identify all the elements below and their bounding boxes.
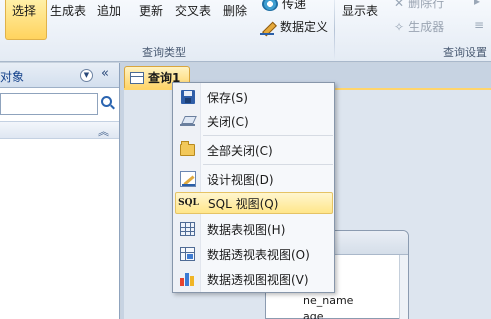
group-separator [334,0,335,60]
crosstab-button[interactable]: 交叉表 [175,0,211,40]
save-icon [179,89,196,105]
update-label: 更新 [139,4,164,18]
menu-separator [203,135,333,136]
navigation-pane: 对象 ▼ « ︽ [0,63,120,319]
group-label-query-type: 查询类型 [142,46,186,59]
menu-item-label: 数据透视图视图(V) [207,272,309,287]
ribbon-overflow-icon: ▸ [474,0,481,8]
delete-rows-button[interactable]: ✕ 删除行 [394,0,444,11]
select-query-button[interactable]: 选择 [5,0,47,40]
builder-icon: ✧ [394,19,405,34]
delete-rows-label: 删除行 [408,0,445,10]
nav-group-header[interactable]: ︽ [0,121,119,139]
close-icon [179,113,196,129]
field-list-item[interactable]: ne_name [266,293,401,309]
menu-item-close[interactable]: 关闭(C) [175,110,333,132]
menu-item-save[interactable]: 保存(S) [175,86,333,108]
design-view-icon [179,171,196,187]
passthrough-button[interactable]: 传递 [262,0,306,12]
show-table-button[interactable]: 显示表 [342,0,378,40]
chevron-up-icon[interactable]: ︽ [98,123,109,139]
collapse-pane-icon[interactable]: « [101,66,109,81]
menu-item-label: 数据表视图(H) [207,222,286,237]
menu-item-design-view[interactable]: 设计视图(D) [175,168,333,190]
builder-button[interactable]: ✧ 生成器 [394,18,444,35]
menu-item-pivot-table-view[interactable]: 数据透视表视图(O) [175,243,333,265]
menu-item-label: SQL 视图(Q) [208,196,279,211]
menu-separator [203,164,333,165]
menu-item-pivot-chart-view[interactable]: 数据透视图视图(V) [175,268,333,290]
data-definition-icon [260,20,276,35]
menu-item-label: 数据透视表视图(O) [207,247,310,262]
field-list-item[interactable]: age [266,309,401,319]
menu-item-sql-view[interactable]: SQL SQL 视图(Q) [175,192,333,214]
tab-context-menu: 保存(S) 关闭(C) 全部关闭(C) 设计视图(D) SQL SQL 视图(Q… [172,82,335,293]
update-button[interactable]: 更新 [139,0,163,40]
globe-icon [262,0,278,11]
sql-view-icon: SQL [178,198,199,208]
delete-rows-icon: ✕ [394,0,405,10]
builder-label: 生成器 [408,20,445,34]
ribbon: 选择 生成表 追加 更新 交叉表 删除 传递 数据定义 查询类型 显示表 ✕ 删… [0,0,491,62]
nav-menu-dropdown-icon[interactable]: ▼ [80,69,93,82]
query-icon [130,71,144,84]
make-table-button[interactable]: 生成表 [50,0,86,40]
select-query-label: 选择 [12,4,37,18]
ribbon-overflow-icon-2: ≡ [474,18,485,32]
datasheet-view-icon [179,221,196,237]
show-table-label: 显示表 [342,4,379,18]
nav-pane-title: 对象 [0,70,25,84]
make-table-label: 生成表 [50,4,87,18]
search-icon[interactable] [101,96,112,107]
pivot-chart-view-icon [179,271,196,287]
passthrough-label: 传递 [282,0,307,11]
menu-item-label: 关闭(C) [207,114,249,129]
menu-item-label: 保存(S) [207,90,248,105]
menu-item-label: 设计视图(D) [207,172,274,187]
data-definition-label: 数据定义 [280,20,329,34]
nav-pane-header[interactable]: 对象 ▼ « [0,63,119,88]
append-button[interactable]: 追加 [97,0,121,40]
menu-item-close-all[interactable]: 全部关闭(C) [175,139,333,161]
append-label: 追加 [97,4,122,18]
pivot-table-view-icon [179,246,196,262]
group-label-query-setup: 查询设置 [443,46,487,59]
menu-item-label: 全部关闭(C) [207,143,273,158]
crosstab-label: 交叉表 [175,4,212,18]
delete-label: 删除 [223,4,248,18]
menu-item-datasheet-view[interactable]: 数据表视图(H) [175,218,333,240]
field-list-scrollbar[interactable] [399,255,408,319]
data-definition-button[interactable]: 数据定义 [260,18,328,35]
delete-button[interactable]: 删除 [223,0,247,40]
close-all-icon [179,141,196,158]
nav-search-input[interactable] [0,93,98,115]
